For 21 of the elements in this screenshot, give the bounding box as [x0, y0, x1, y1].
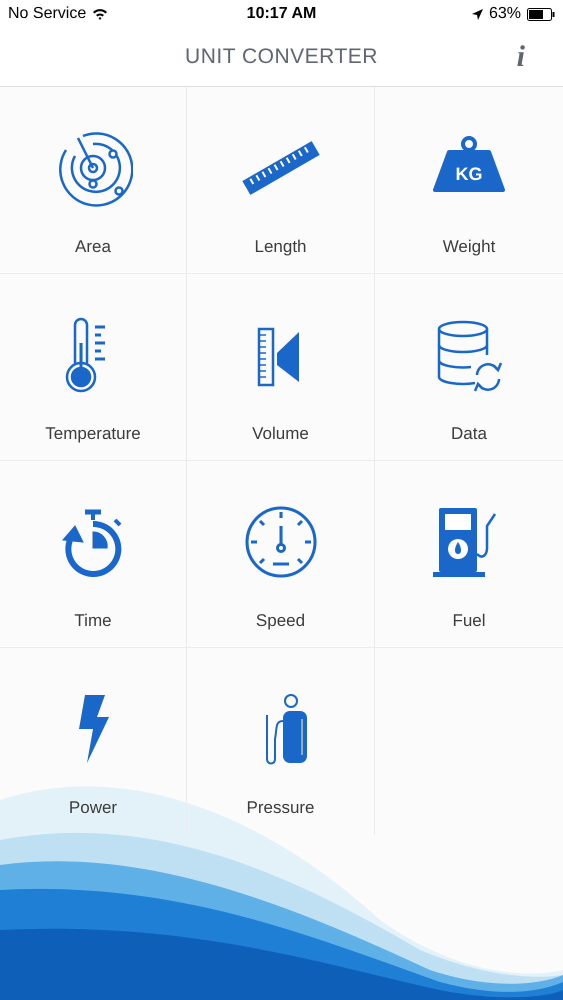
converter-tile[interactable]: Volume [187, 274, 375, 461]
battery-icon [527, 8, 555, 20]
clock-text: 10:17 AM [246, 5, 316, 23]
location-arrow-icon [472, 8, 483, 20]
weight-unit-label: KG [456, 164, 482, 184]
converter-tile[interactable]: KG Weight [375, 87, 563, 274]
wifi-icon [92, 8, 108, 20]
carrier-text: No Service [8, 5, 86, 23]
converter-tile[interactable]: Power [0, 648, 187, 835]
converter-tile[interactable]: Fuel [375, 461, 563, 648]
converter-tile[interactable]: Speed [187, 461, 375, 648]
battery-percent-text: 63% [488, 5, 521, 23]
converter-tile[interactable]: Data [375, 274, 563, 461]
app-title: UNIT CONVERTER [185, 45, 378, 69]
converter-tile[interactable]: Area [0, 87, 187, 274]
weight-icon [433, 136, 505, 192]
converter-tile[interactable]: Pressure [187, 648, 375, 835]
converter-tile[interactable]: Time [0, 461, 187, 648]
converter-tile[interactable]: Temperature [0, 274, 187, 461]
converter-tile[interactable]: Length [187, 87, 375, 274]
info-button[interactable]: i [512, 40, 529, 74]
